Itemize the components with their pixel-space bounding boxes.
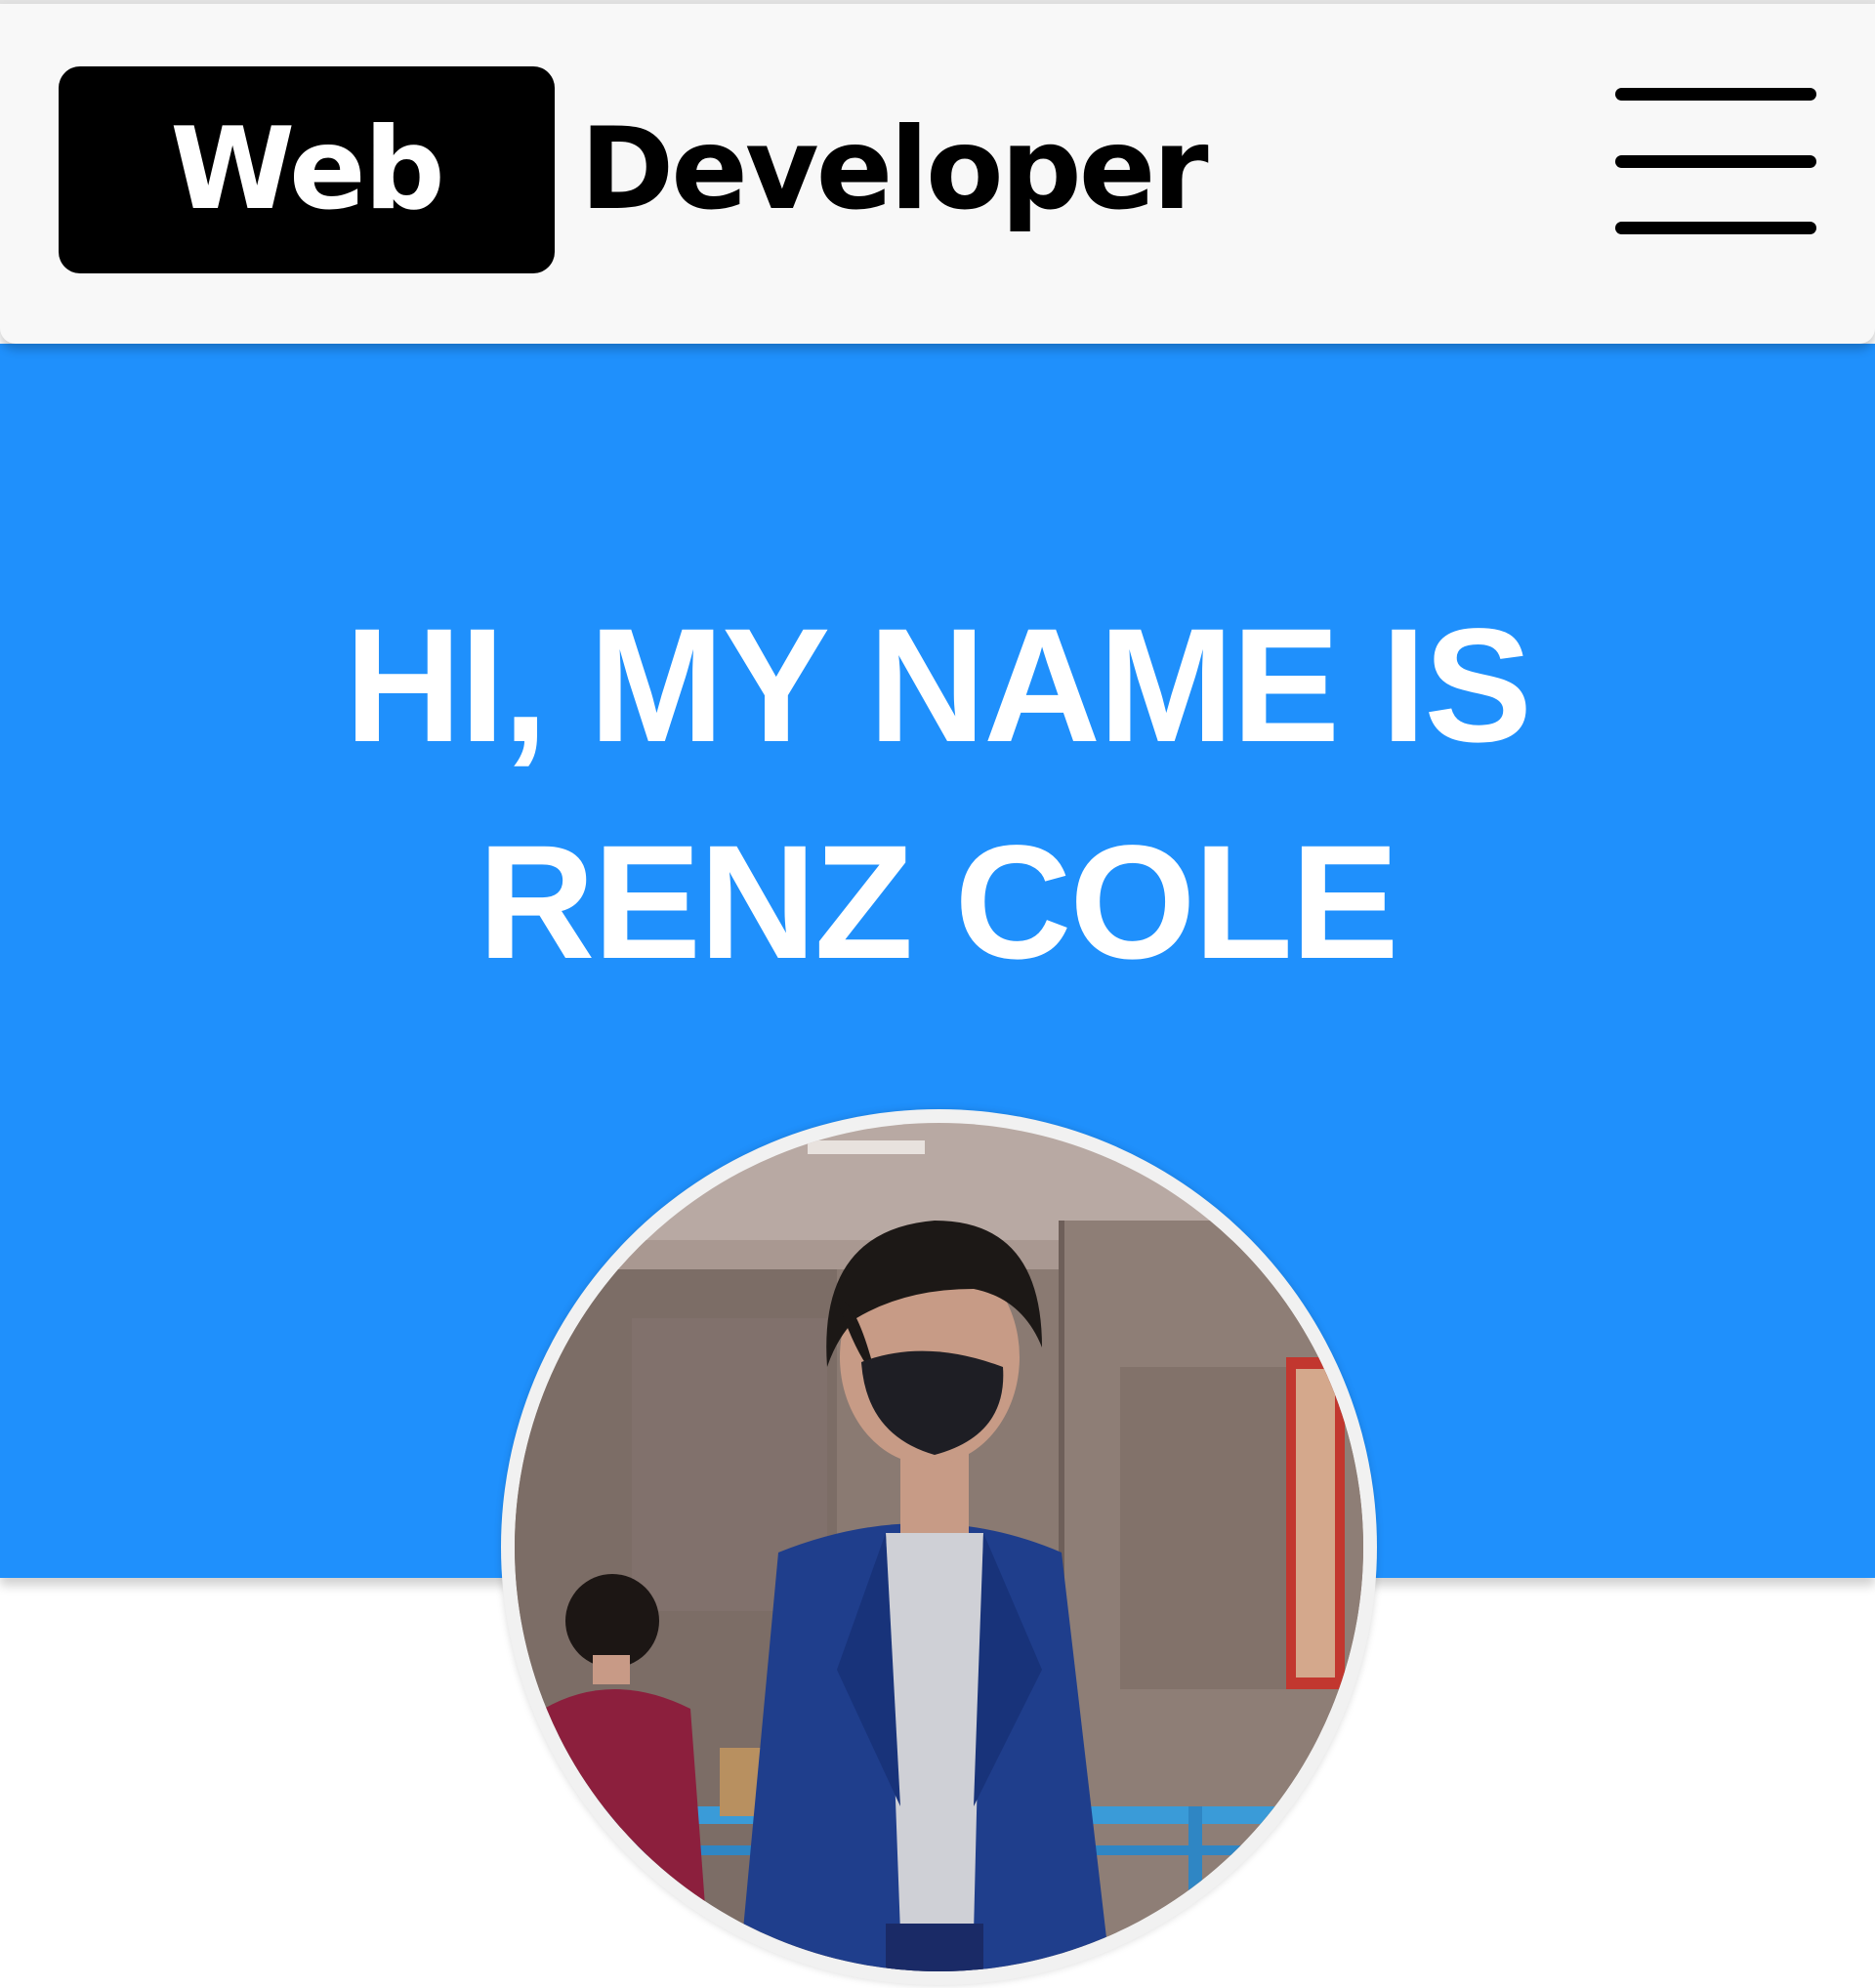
profile-photo [515, 1123, 1363, 1971]
menu-bar-top [1615, 88, 1816, 101]
hamburger-menu-icon[interactable] [1607, 82, 1818, 242]
navbar: Web Developer [0, 4, 1875, 344]
hero-title-line-2: RENZ COLE [478, 812, 1398, 993]
brand-logo[interactable]: Web Developer [59, 66, 1209, 273]
hero-title-line-1: HI, MY NAME IS [344, 596, 1532, 776]
profile-avatar [501, 1109, 1377, 1985]
brand-text: Developer [580, 104, 1209, 235]
menu-bar-bottom [1615, 222, 1816, 234]
hero-title: HI, MY NAME IS RENZ COLE [0, 578, 1875, 1012]
brand-badge: Web [59, 66, 555, 273]
menu-bar-middle [1615, 155, 1816, 168]
brand-badge-text: Web [170, 104, 445, 235]
